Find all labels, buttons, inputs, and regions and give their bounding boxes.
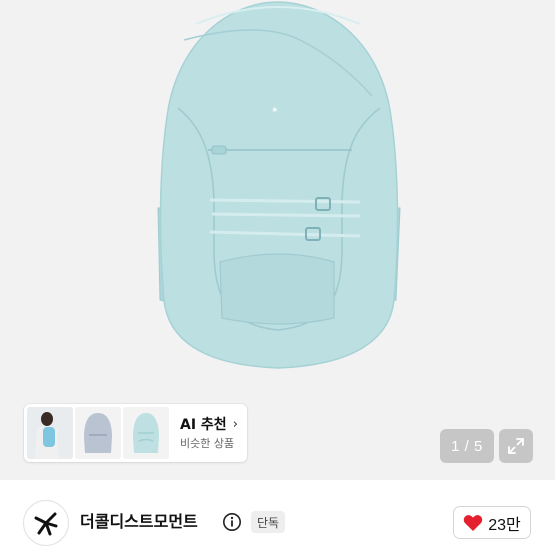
brand-logo — [34, 512, 58, 536]
store-avatar[interactable] — [23, 500, 69, 546]
svg-text:✶: ✶ — [271, 106, 279, 116]
exclusive-badge: 단독 — [251, 511, 286, 533]
ai-recommend-subtitle: 비슷한 상품 — [180, 436, 235, 450]
expand-icon — [508, 438, 524, 454]
image-counter: 1 / 5 — [440, 429, 494, 463]
thumbnail-mint-bag[interactable] — [123, 407, 169, 459]
heart-icon — [464, 514, 483, 531]
like-count: 23만 — [488, 516, 521, 534]
ai-recommendation-card[interactable]: AI 추천 › 비슷한 상품 — [24, 404, 247, 462]
expand-button[interactable] — [499, 429, 533, 463]
ai-recommend-title: AI 추천 › — [180, 416, 238, 434]
info-icon[interactable] — [222, 512, 242, 532]
store-name[interactable]: 더콜디스트모먼트 — [80, 511, 198, 533]
thumbnail-model[interactable] — [27, 407, 73, 459]
ai-recommend-label: AI 추천 — [180, 416, 227, 433]
chevron-right-icon: › — [232, 416, 238, 432]
like-button[interactable]: 23만 — [453, 506, 531, 539]
thumbnail-gray-bag[interactable] — [75, 407, 121, 459]
